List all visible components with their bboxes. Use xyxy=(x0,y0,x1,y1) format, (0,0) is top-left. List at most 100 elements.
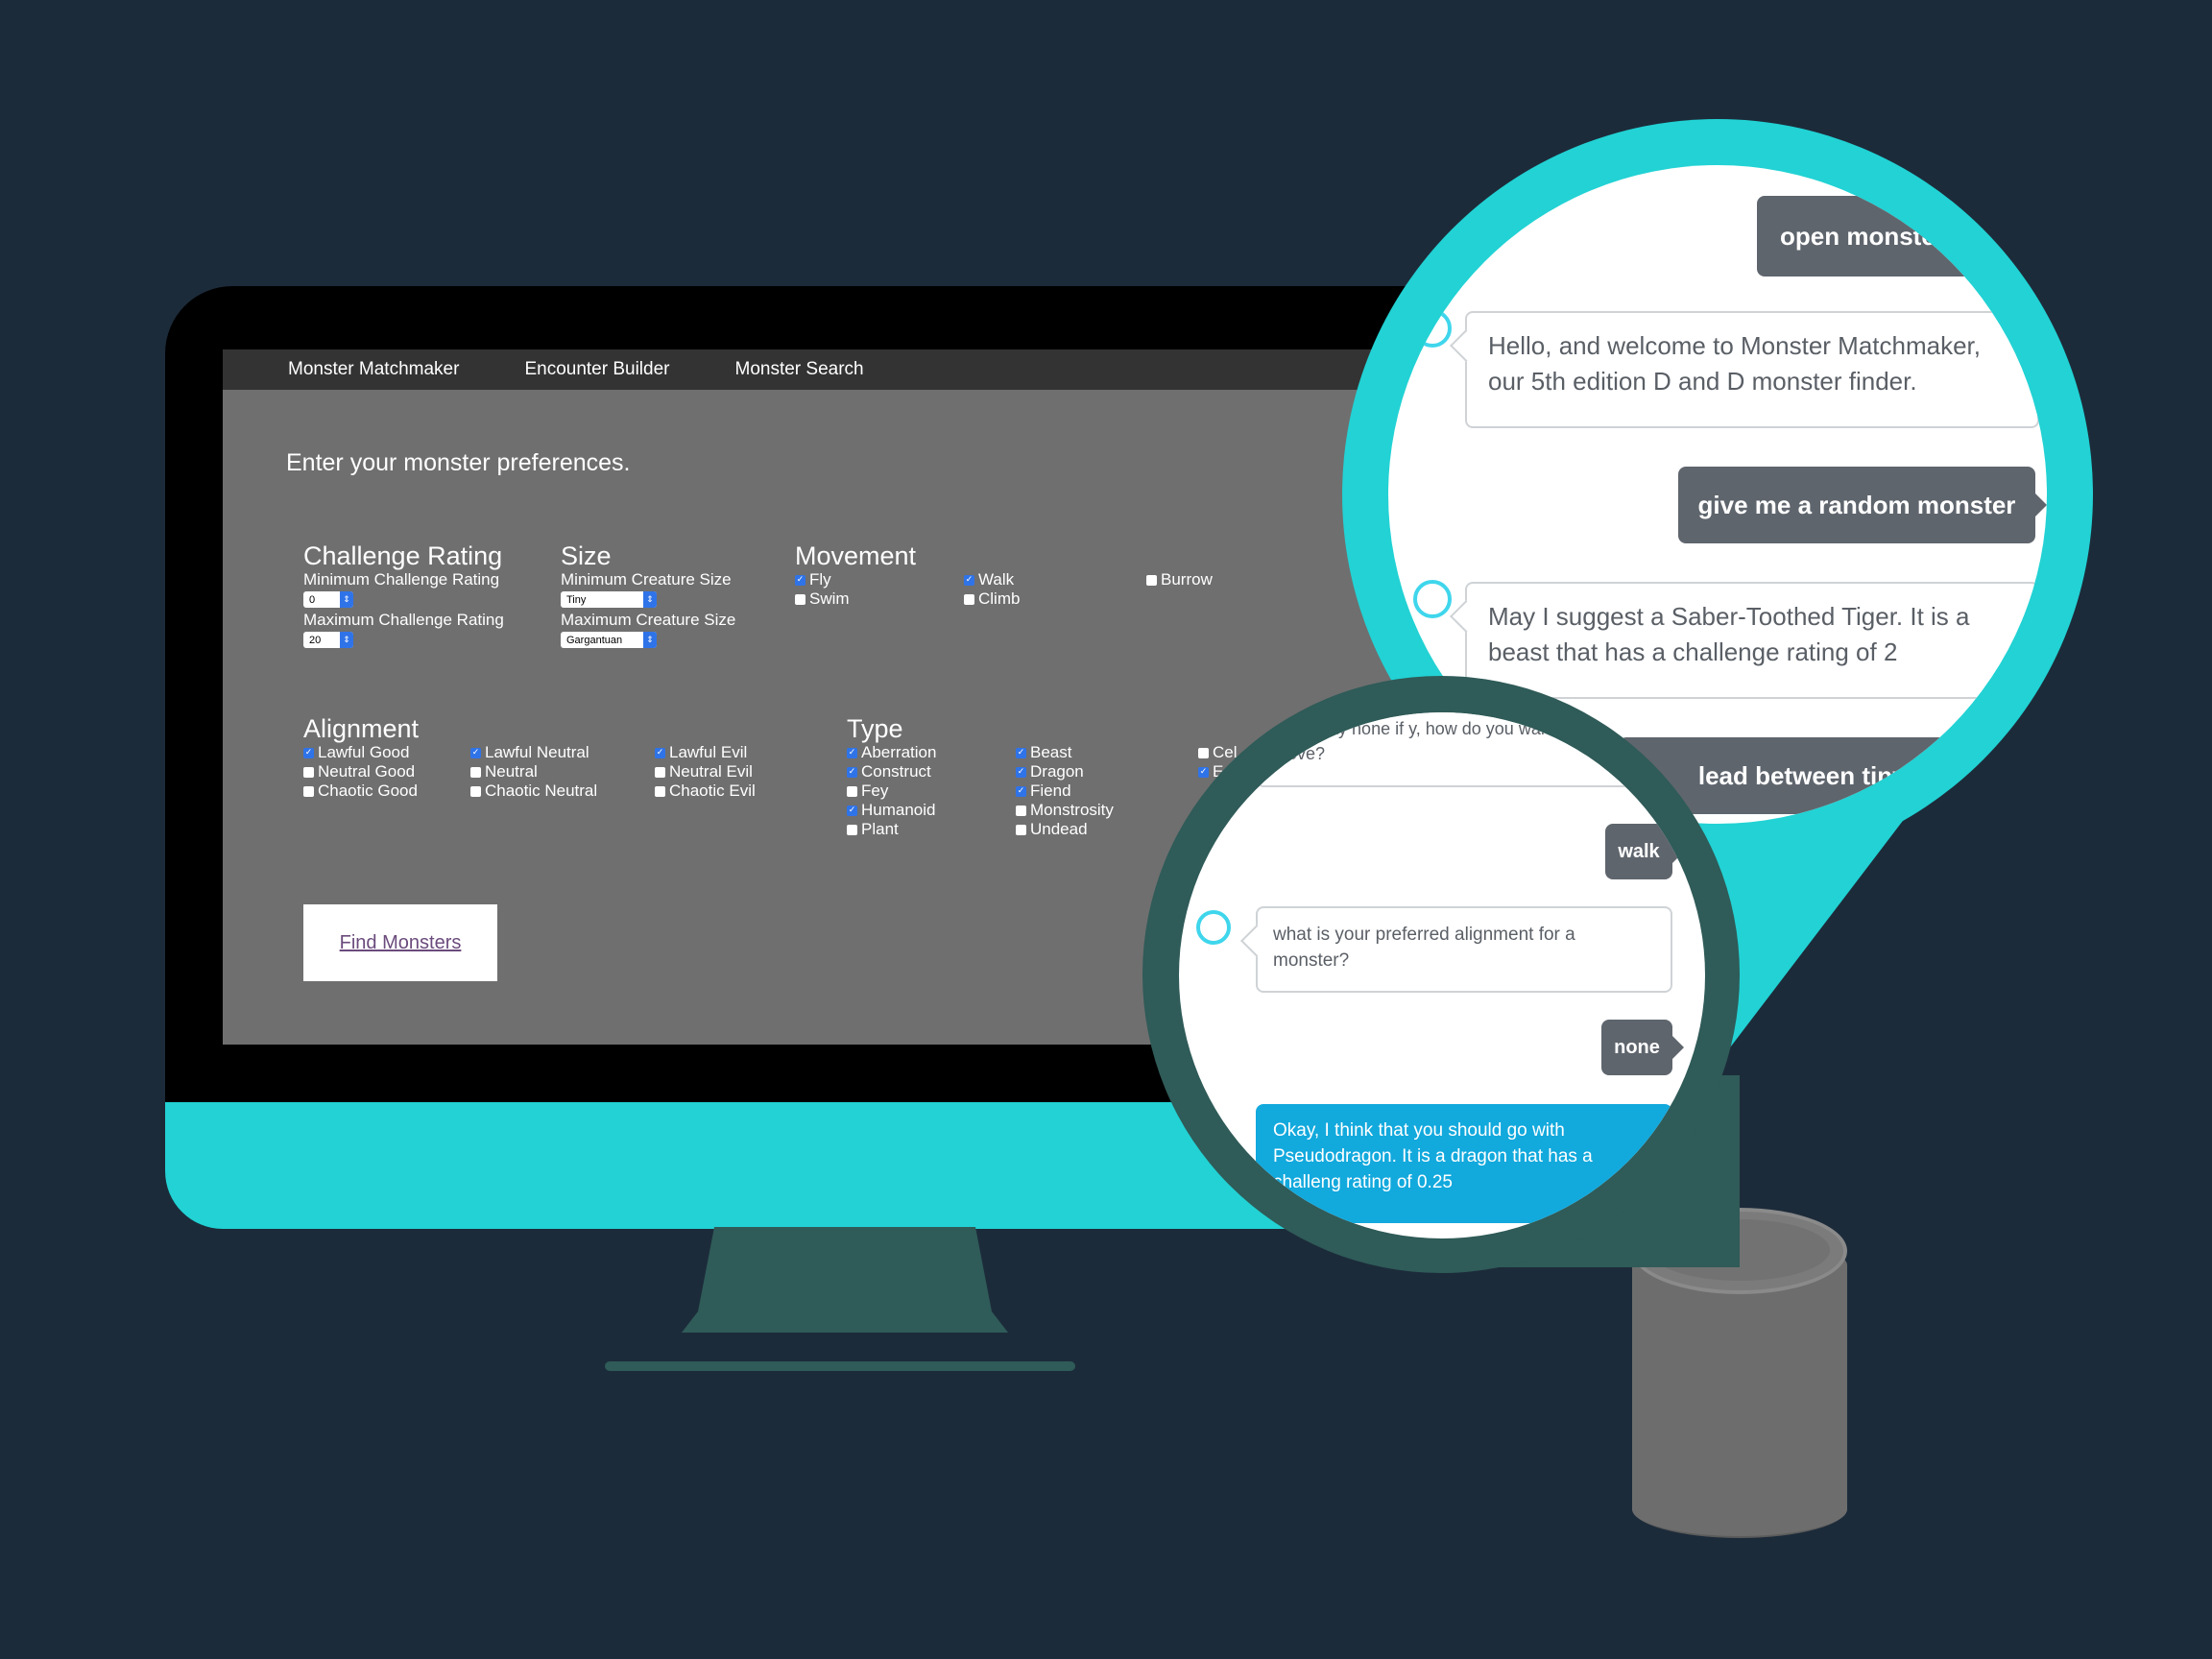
min-size-label: Minimum Creature Size xyxy=(561,570,732,589)
checkbox-icon xyxy=(1016,766,1026,778)
checkbox-fey[interactable]: Fey xyxy=(847,781,936,801)
max-challenge-select[interactable]: 20 ⇕ xyxy=(303,632,353,648)
checkbox-chaotic-evil[interactable]: Chaotic Evil xyxy=(655,781,756,801)
checkbox-lawful-good[interactable]: Lawful Good xyxy=(303,743,418,762)
checkbox-icon xyxy=(1016,824,1026,835)
movement-section: Movement xyxy=(795,541,916,570)
challenge-rating-title: Challenge Rating xyxy=(303,541,503,570)
checkbox-monstrosity[interactable]: Monstrosity xyxy=(1016,801,1114,820)
checkbox-burrow[interactable]: Burrow xyxy=(1146,570,1213,589)
alexa-ring-icon xyxy=(1413,580,1452,618)
checkbox-type-cel[interactable]: Cel xyxy=(1198,743,1238,762)
min-challenge-select[interactable]: 0 ⇕ xyxy=(303,591,353,608)
max-size-value: Gargantuan xyxy=(566,634,623,646)
checkbox-undead[interactable]: Undead xyxy=(1016,820,1114,839)
bot-message-1: Hello, and welcome to Monster Matchmaker… xyxy=(1465,311,2039,428)
checkbox-icon xyxy=(847,747,857,758)
checkbox-icon xyxy=(655,747,665,758)
min-size-value: Tiny xyxy=(566,593,587,606)
chat-transcript-small: u can say none if y, how do you want you… xyxy=(1179,712,1705,1238)
checkbox-aberration[interactable]: Aberration xyxy=(847,743,936,762)
nav-monster-search[interactable]: Monster Search xyxy=(735,359,864,380)
bot-message-2: what is your preferred alignment for a m… xyxy=(1256,906,1672,993)
checkbox-icon xyxy=(1198,766,1209,778)
challenge-rating-section: Challenge Rating Minimum Challenge Ratin… xyxy=(303,541,504,651)
checkbox-icon xyxy=(303,785,314,797)
checkbox-icon xyxy=(1016,785,1026,797)
type-title: Type xyxy=(847,714,903,743)
bot-message-3: Okay, I think that you should go with Ps… xyxy=(1256,1104,1672,1223)
stepper-icon: ⇕ xyxy=(340,591,353,608)
checkbox-lawful-evil[interactable]: Lawful Evil xyxy=(655,743,756,762)
min-challenge-label: Minimum Challenge Rating xyxy=(303,570,500,589)
type-col-1: Aberration Construct Fey Humanoid Plant xyxy=(847,743,936,839)
checkbox-icon xyxy=(303,766,314,778)
user-message-walk: walk xyxy=(1605,824,1684,879)
checkbox-chaotic-neutral[interactable]: Chaotic Neutral xyxy=(470,781,597,801)
checkbox-icon xyxy=(655,766,665,778)
user-message-none: none xyxy=(1601,1020,1684,1075)
checkbox-dragon[interactable]: Dragon xyxy=(1016,762,1114,781)
alignment-title: Alignment xyxy=(303,714,420,743)
checkbox-icon xyxy=(470,747,481,758)
checkbox-icon xyxy=(964,574,974,586)
checkbox-fly[interactable]: Fly xyxy=(795,570,850,589)
checkbox-icon xyxy=(655,785,665,797)
movement-col-1: Fly Swim xyxy=(795,570,850,609)
movement-title: Movement xyxy=(795,541,917,570)
min-challenge-value: 0 xyxy=(309,593,316,606)
checkbox-neutral-evil[interactable]: Neutral Evil xyxy=(655,762,756,781)
checkbox-icon xyxy=(795,574,805,586)
bot-message-1: u can say none if y, how do you want you… xyxy=(1256,712,1669,787)
size-title: Size xyxy=(561,541,612,570)
user-message-2: give me a random monster xyxy=(1678,467,2047,543)
checkbox-fiend[interactable]: Fiend xyxy=(1016,781,1114,801)
stepper-icon: ⇕ xyxy=(340,632,353,648)
alignment-col-1: Lawful Good Neutral Good Chaotic Good xyxy=(303,743,418,801)
checkbox-icon xyxy=(1016,747,1026,758)
checkbox-climb[interactable]: Climb xyxy=(964,589,1020,609)
checkbox-icon xyxy=(1146,574,1157,586)
checkbox-neutral[interactable]: Neutral xyxy=(470,762,597,781)
min-size-select[interactable]: Tiny ⇕ xyxy=(561,591,657,608)
max-challenge-label: Maximum Challenge Rating xyxy=(303,611,504,629)
checkbox-icon xyxy=(964,593,974,605)
alignment-col-2: Lawful Neutral Neutral Chaotic Neutral xyxy=(470,743,597,801)
page-heading: Enter your monster preferences. xyxy=(286,449,631,476)
max-size-label: Maximum Creature Size xyxy=(561,611,736,629)
checkbox-beast[interactable]: Beast xyxy=(1016,743,1114,762)
checkbox-icon xyxy=(795,593,805,605)
checkbox-icon xyxy=(847,805,857,816)
find-monsters-button[interactable]: Find Monsters xyxy=(303,904,497,981)
checkbox-walk[interactable]: Walk xyxy=(964,570,1020,589)
checkbox-icon xyxy=(470,785,481,797)
checkbox-lawful-neutral[interactable]: Lawful Neutral xyxy=(470,743,597,762)
type-col-2: Beast Dragon Fiend Monstrosity Undead xyxy=(1016,743,1114,839)
checkbox-icon xyxy=(1198,747,1209,758)
monitor-stand-neck xyxy=(682,1227,1008,1333)
type-section: Type xyxy=(847,714,903,743)
checkbox-swim[interactable]: Swim xyxy=(795,589,850,609)
checkbox-plant[interactable]: Plant xyxy=(847,820,936,839)
movement-col-3: Burrow xyxy=(1146,570,1213,589)
alignment-section: Alignment xyxy=(303,714,419,743)
checkbox-chaotic-good[interactable]: Chaotic Good xyxy=(303,781,418,801)
max-challenge-value: 20 xyxy=(309,634,322,646)
monitor-stand-foot xyxy=(605,1361,1075,1371)
checkbox-humanoid[interactable]: Humanoid xyxy=(847,801,936,820)
checkbox-construct[interactable]: Construct xyxy=(847,762,936,781)
bot-message-2: May I suggest a Saber-Toothed Tiger. It … xyxy=(1465,582,2039,699)
nav-monster-matchmaker[interactable]: Monster Matchmaker xyxy=(288,359,459,380)
max-size-select[interactable]: Gargantuan ⇕ xyxy=(561,632,657,648)
alignment-col-3: Lawful Evil Neutral Evil Chaotic Evil xyxy=(655,743,756,801)
size-section: Size Minimum Creature Size Tiny ⇕ Maximu… xyxy=(561,541,735,651)
alexa-ring-icon xyxy=(1413,309,1452,348)
checkbox-neutral-good[interactable]: Neutral Good xyxy=(303,762,418,781)
checkbox-icon xyxy=(847,785,857,797)
movement-col-2: Walk Climb xyxy=(964,570,1020,609)
nav-encounter-builder[interactable]: Encounter Builder xyxy=(524,359,669,380)
checkbox-icon xyxy=(470,766,481,778)
stepper-icon: ⇕ xyxy=(643,591,657,608)
checkbox-icon xyxy=(847,766,857,778)
checkbox-icon xyxy=(303,747,314,758)
